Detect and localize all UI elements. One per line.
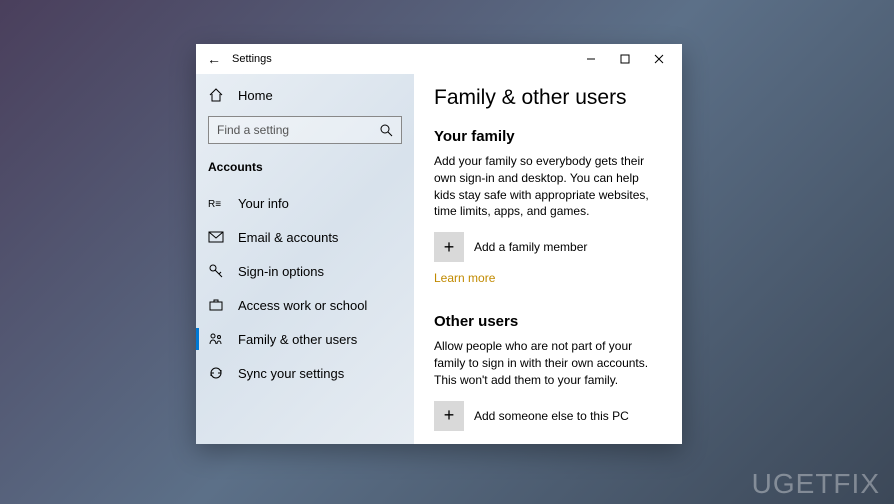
search-wrap <box>196 112 414 154</box>
main-panel: Family & other users Your family Add you… <box>414 74 682 444</box>
add-other-user-button[interactable]: + Add someone else to this PC <box>434 401 662 431</box>
key-icon <box>208 263 224 279</box>
content-area: Home Accounts R≡ Your info Email & accou… <box>196 74 682 444</box>
sidebar-section-label: Accounts <box>196 154 414 186</box>
plus-icon: + <box>434 232 464 262</box>
sidebar-item-label: Sign-in options <box>238 264 324 279</box>
search-icon <box>379 123 393 137</box>
window-controls <box>574 45 676 73</box>
sidebar-item-label: Sync your settings <box>238 366 344 381</box>
sidebar-item-label: Your info <box>238 196 289 211</box>
search-input[interactable] <box>217 123 379 137</box>
add-other-label: Add someone else to this PC <box>474 409 629 423</box>
sidebar-item-email[interactable]: Email & accounts <box>196 220 414 254</box>
search-box[interactable] <box>208 116 402 144</box>
add-family-label: Add a family member <box>474 240 587 254</box>
sidebar-item-your-info[interactable]: R≡ Your info <box>196 186 414 220</box>
home-label: Home <box>238 88 273 103</box>
maximize-button[interactable] <box>608 45 642 73</box>
settings-window: ← Settings Home Accounts R≡ Your info <box>196 44 682 444</box>
other-users-desc: Allow people who are not part of your fa… <box>434 338 662 388</box>
home-nav[interactable]: Home <box>196 78 414 112</box>
plus-icon: + <box>434 401 464 431</box>
close-button[interactable] <box>642 45 676 73</box>
sync-icon <box>208 365 224 381</box>
briefcase-icon <box>208 297 224 313</box>
learn-more-link[interactable]: Learn more <box>434 271 495 285</box>
sidebar-item-work-school[interactable]: Access work or school <box>196 288 414 322</box>
sidebar-item-family[interactable]: Family & other users <box>196 322 414 356</box>
mail-icon <box>208 229 224 245</box>
sidebar-item-label: Access work or school <box>238 298 367 313</box>
svg-text:R≡: R≡ <box>208 199 221 210</box>
add-family-member-button[interactable]: + Add a family member <box>434 232 662 262</box>
sidebar: Home Accounts R≡ Your info Email & accou… <box>196 74 414 444</box>
watermark: UGETFIX <box>752 468 880 500</box>
titlebar: ← Settings <box>196 44 682 74</box>
page-heading: Family & other users <box>434 86 662 110</box>
window-title: Settings <box>232 53 574 65</box>
sidebar-item-signin[interactable]: Sign-in options <box>196 254 414 288</box>
person-icon: R≡ <box>208 195 224 211</box>
sidebar-item-label: Family & other users <box>238 332 357 347</box>
family-section-title: Your family <box>434 128 662 145</box>
back-button[interactable]: ← <box>202 51 226 67</box>
minimize-button[interactable] <box>574 45 608 73</box>
people-icon <box>208 331 224 347</box>
family-section-desc: Add your family so everybody gets their … <box>434 153 662 220</box>
sidebar-item-sync[interactable]: Sync your settings <box>196 356 414 390</box>
home-icon <box>208 87 224 103</box>
sidebar-item-label: Email & accounts <box>238 230 338 245</box>
other-users-title: Other users <box>434 313 662 330</box>
